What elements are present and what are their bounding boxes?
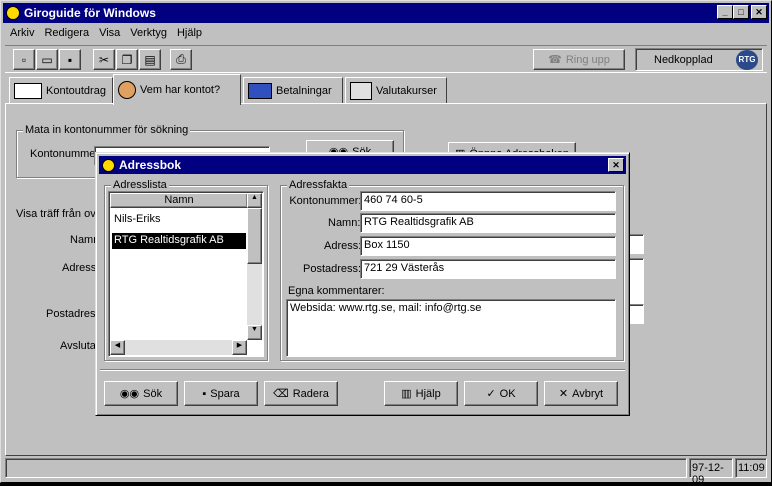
ok-button[interactable]: ✓ OK <box>464 381 538 406</box>
dialog-app-icon <box>102 158 115 172</box>
namn-field[interactable]: RTG Realtidsgrafik AB <box>360 213 616 233</box>
adress-label: Adress: <box>324 240 362 252</box>
tab-valutakurser[interactable]: Valutakurser <box>345 77 447 104</box>
print-icon[interactable]: ⎙ <box>170 49 192 70</box>
address-book-dialog: Adressbok ✕ Adresslista Namn Nils-Eriks … <box>95 152 630 416</box>
delete-button[interactable]: ⌫ Radera <box>264 381 338 406</box>
list-header-namn[interactable]: Namn <box>110 193 248 208</box>
help-button[interactable]: ▥ Hjälp <box>384 381 458 406</box>
adress-field[interactable]: Box 1150 <box>360 236 616 256</box>
list-item-selected[interactable]: RTG Realtidsgrafik AB <box>111 232 247 250</box>
adress-label: Adress <box>62 262 97 274</box>
postadress-label: Postadress <box>46 308 102 320</box>
postadress-label: Postadress: <box>303 263 362 275</box>
floppy-icon: ▪ <box>202 387 207 400</box>
scroll-down-icon[interactable]: ▼ <box>247 325 262 340</box>
menu-arkiv[interactable]: Arkiv <box>5 27 39 39</box>
maximize-button[interactable]: □ <box>733 5 749 19</box>
ok-icon: ✓ <box>486 388 496 400</box>
menu-redigera[interactable]: Redigera <box>39 27 94 39</box>
statement-icon <box>14 83 42 99</box>
vertical-scrollbar[interactable]: ▲ ▼ <box>247 193 262 340</box>
phone-icon: ☎ <box>548 54 562 66</box>
avsluta-label: Avsluta <box>60 340 96 352</box>
menu-verktyg[interactable]: Verktyg <box>125 27 172 39</box>
tab-betalningar[interactable]: Betalningar <box>243 77 343 104</box>
dialog-search-button[interactable]: ◉◉ Sök <box>104 381 178 406</box>
title-bar: Giroguide för Windows _ □ ✕ <box>3 3 769 23</box>
tab-vem-har-kontot[interactable]: Vem har kontot? <box>113 74 241 105</box>
scroll-up-icon[interactable]: ▲ <box>247 193 262 208</box>
cut-icon[interactable]: ✂ <box>93 49 115 70</box>
status-bar: 97-12-09 11:09 <box>5 458 767 486</box>
cancel-button[interactable]: ✕ Avbryt <box>544 381 618 406</box>
comments-label: Egna kommentarer: <box>288 285 385 297</box>
binoculars-icon: ◉◉ <box>119 388 140 400</box>
menu-visa[interactable]: Visa <box>94 27 125 39</box>
dialog-title-bar: Adressbok ✕ <box>99 156 626 174</box>
dialog-title: Adressbok <box>119 158 182 172</box>
minimize-button[interactable]: _ <box>717 5 733 19</box>
menu-bar: Arkiv Redigera Visa Verktyg Hjälp <box>5 24 207 42</box>
cancel-icon: ✕ <box>558 388 569 400</box>
kontonummer-field[interactable]: 460 74 60-5 <box>360 191 616 211</box>
menu-hjalp[interactable]: Hjälp <box>172 27 207 39</box>
comments-field[interactable]: Websida: www.rtg.se, mail: info@rtg.se <box>286 299 616 357</box>
scroll-left-icon[interactable]: ◀ <box>110 340 125 355</box>
visa-label: Visa träff från ov <box>16 208 96 220</box>
kontonummer-label: KKontonummer: <box>289 195 362 207</box>
horizontal-scrollbar[interactable]: ◀ ▶ <box>110 340 247 355</box>
toolbar: ▫ ▭ ▪ ✂ ❐ ▤ ⎙ ☎ Ring upp Nedkopplad RTG <box>5 45 767 73</box>
app-icon <box>6 6 20 20</box>
postadress-field[interactable]: 721 29 Västerås <box>360 259 616 279</box>
address-list[interactable]: Namn Nils-Eriks RTG Realtidsgrafik AB ▲ … <box>108 191 264 357</box>
close-button[interactable]: ✕ <box>751 5 767 19</box>
tab-kontoutdrag[interactable]: Kontoutdrag <box>9 77 113 104</box>
list-item[interactable]: Nils-Eriks <box>112 212 246 228</box>
new-file-icon[interactable]: ▫ <box>13 49 35 70</box>
save-button[interactable]: ▪ Spara <box>184 381 258 406</box>
kontonummer-label: Kontonummer: <box>30 148 103 160</box>
copy-icon[interactable]: ❐ <box>116 49 138 70</box>
divider <box>100 369 625 371</box>
payment-icon <box>248 83 272 99</box>
person-icon <box>118 81 136 99</box>
rtg-logo: RTG <box>736 49 758 70</box>
scroll-right-icon[interactable]: ▶ <box>232 340 247 355</box>
dialog-close-button[interactable]: ✕ <box>608 158 624 172</box>
ring-upp-button[interactable]: ☎ Ring upp <box>533 49 625 70</box>
namn-label: Namn: <box>328 217 361 229</box>
status-date: 97-12-09 <box>689 458 733 486</box>
status-time: 11:09 <box>735 458 767 478</box>
paste-icon[interactable]: ▤ <box>139 49 161 70</box>
open-folder-icon[interactable]: ▭ <box>36 49 58 70</box>
currency-icon <box>350 82 372 100</box>
save-icon[interactable]: ▪ <box>59 49 81 70</box>
tab-bar: Kontoutdrag Vem har kontot? Betalningar … <box>5 74 767 105</box>
scroll-thumb[interactable] <box>247 208 262 264</box>
app-title: Giroguide för Windows <box>24 6 156 20</box>
status-message <box>5 458 687 478</box>
trash-icon: ⌫ <box>273 388 289 400</box>
help-book-icon: ▥ <box>401 388 412 400</box>
connection-status: Nedkopplad RTG <box>635 48 763 71</box>
